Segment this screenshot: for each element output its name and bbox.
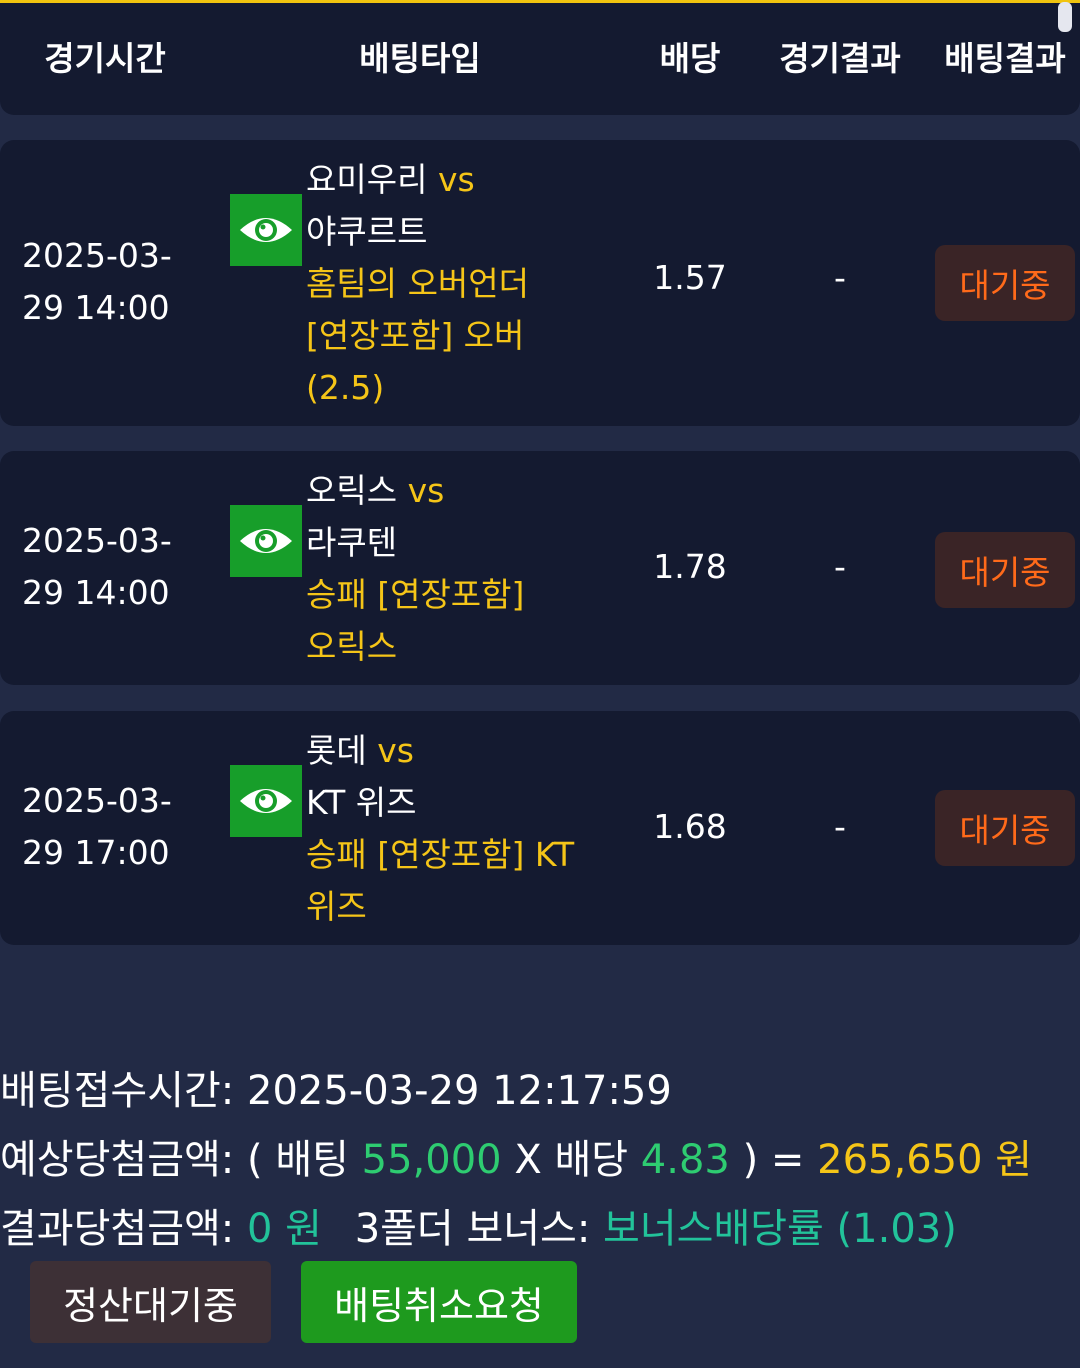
bet-pick: 승패 [연장포함] KT 위즈 bbox=[306, 835, 575, 926]
detail-eye-button[interactable] bbox=[230, 505, 302, 577]
actual-amount: 0 원 bbox=[247, 1206, 322, 1252]
bet-detail-page: 경기시간 배팅타입 배당 경기결과 배팅결과 2025-03-29 14:00 … bbox=[0, 0, 1080, 1368]
expected-label: 예상당첨금액: bbox=[0, 1137, 235, 1183]
away-team: KT 위즈 bbox=[306, 783, 417, 822]
home-team: 롯데 bbox=[306, 731, 367, 770]
bet-description: 롯데 vs KT 위즈 승패 [연장포함] KT 위즈 bbox=[306, 725, 606, 933]
detail-eye-button[interactable] bbox=[230, 765, 302, 837]
detail-eye-button[interactable] bbox=[230, 194, 302, 266]
equals-sign: = bbox=[770, 1137, 805, 1183]
away-team: 야쿠르트 bbox=[306, 212, 428, 251]
odds-word: 배당 bbox=[554, 1137, 629, 1183]
bet-pick: 홈팀의 오버언더 [연장포함] 오버 (2.5) bbox=[306, 264, 530, 407]
total-odds: 4.83 bbox=[640, 1137, 730, 1183]
actual-win-line: 결과당첨금액: 0 원 3폴더 보너스: 보너스배당률 (1.03) bbox=[0, 1201, 957, 1257]
cancel-bet-request-button[interactable]: 배팅취소요청 bbox=[301, 1261, 577, 1343]
odds-value: 1.78 bbox=[653, 547, 727, 586]
header-bet-type: 배팅타입 bbox=[359, 39, 481, 78]
scrollbar-thumb[interactable] bbox=[1058, 2, 1072, 32]
game-time: 2025-03-29 17:00 bbox=[22, 781, 172, 872]
times-sign: X bbox=[514, 1137, 542, 1183]
bet-row: 2025-03-29 14:00 요미우리 vs 야쿠르트 홈팀의 오버언더 [… bbox=[0, 140, 1080, 426]
bet-row: 2025-03-29 17:00 롯데 vs KT 위즈 승패 [연장포함] K… bbox=[0, 711, 1080, 945]
table-header: 경기시간 배팅타입 배당 경기결과 배팅결과 bbox=[0, 3, 1080, 115]
eye-icon bbox=[240, 529, 292, 553]
status-pending-badge: 대기중 bbox=[935, 532, 1075, 608]
game-result: - bbox=[834, 807, 846, 846]
home-team: 오릭스 bbox=[306, 471, 398, 510]
home-team: 요미우리 bbox=[306, 160, 428, 199]
status-pending-badge: 대기중 bbox=[935, 790, 1075, 866]
game-time: 2025-03-29 14:00 bbox=[22, 521, 172, 612]
expected-amount: 265,650 원 bbox=[817, 1137, 1033, 1183]
bet-pick: 승패 [연장포함] 오릭스 bbox=[306, 575, 525, 666]
header-odds: 배당 bbox=[659, 39, 721, 78]
bet-description: 요미우리 vs 야쿠르트 홈팀의 오버언더 [연장포함] 오버 (2.5) bbox=[306, 154, 606, 414]
odds-value: 1.68 bbox=[653, 807, 727, 846]
vs-label: vs bbox=[377, 731, 414, 770]
bonus-value: 보너스배당률 (1.03) bbox=[603, 1206, 957, 1252]
receipt-label: 배팅접수시간: bbox=[0, 1068, 235, 1114]
away-team: 라쿠텐 bbox=[306, 523, 398, 562]
match-home: 오릭스 vs bbox=[306, 465, 606, 517]
status-pending-badge: 대기중 bbox=[935, 245, 1075, 321]
bet-row: 2025-03-29 14:00 오릭스 vs 라쿠텐 승패 [연장포함] 오릭… bbox=[0, 451, 1080, 685]
close-paren: ) bbox=[742, 1137, 759, 1183]
header-game-result: 경기결과 bbox=[779, 39, 901, 78]
bet-amount: 55,000 bbox=[361, 1137, 502, 1183]
expected-win-line: 예상당첨금액: ( 배팅 55,000 X 배당 4.83 ) = 265,65… bbox=[0, 1132, 1032, 1188]
settle-wait-button[interactable]: 정산대기중 bbox=[30, 1261, 271, 1343]
eye-icon bbox=[240, 789, 292, 813]
bet-description: 오릭스 vs 라쿠텐 승패 [연장포함] 오릭스 bbox=[306, 465, 606, 673]
receipt-time: 2025-03-29 12:17:59 bbox=[247, 1068, 672, 1114]
game-result: - bbox=[834, 547, 846, 586]
open-paren: ( bbox=[247, 1137, 263, 1183]
receipt-time-line: 배팅접수시간: 2025-03-29 12:17:59 bbox=[0, 1063, 672, 1119]
eye-icon bbox=[240, 218, 292, 242]
header-time: 경기시간 bbox=[44, 39, 166, 78]
actual-label: 결과당첨금액: bbox=[0, 1206, 235, 1252]
header-bet-result: 배팅결과 bbox=[944, 39, 1066, 78]
vs-label: vs bbox=[437, 160, 475, 199]
bet-word: 배팅 bbox=[275, 1137, 349, 1183]
match-home: 요미우리 vs bbox=[306, 154, 606, 206]
game-time: 2025-03-29 14:00 bbox=[22, 236, 172, 327]
odds-value: 1.57 bbox=[653, 258, 727, 297]
match-home: 롯데 vs bbox=[306, 725, 606, 777]
vs-label: vs bbox=[407, 471, 445, 510]
game-result: - bbox=[834, 258, 846, 297]
bonus-label: 3폴더 보너스: bbox=[354, 1206, 591, 1252]
